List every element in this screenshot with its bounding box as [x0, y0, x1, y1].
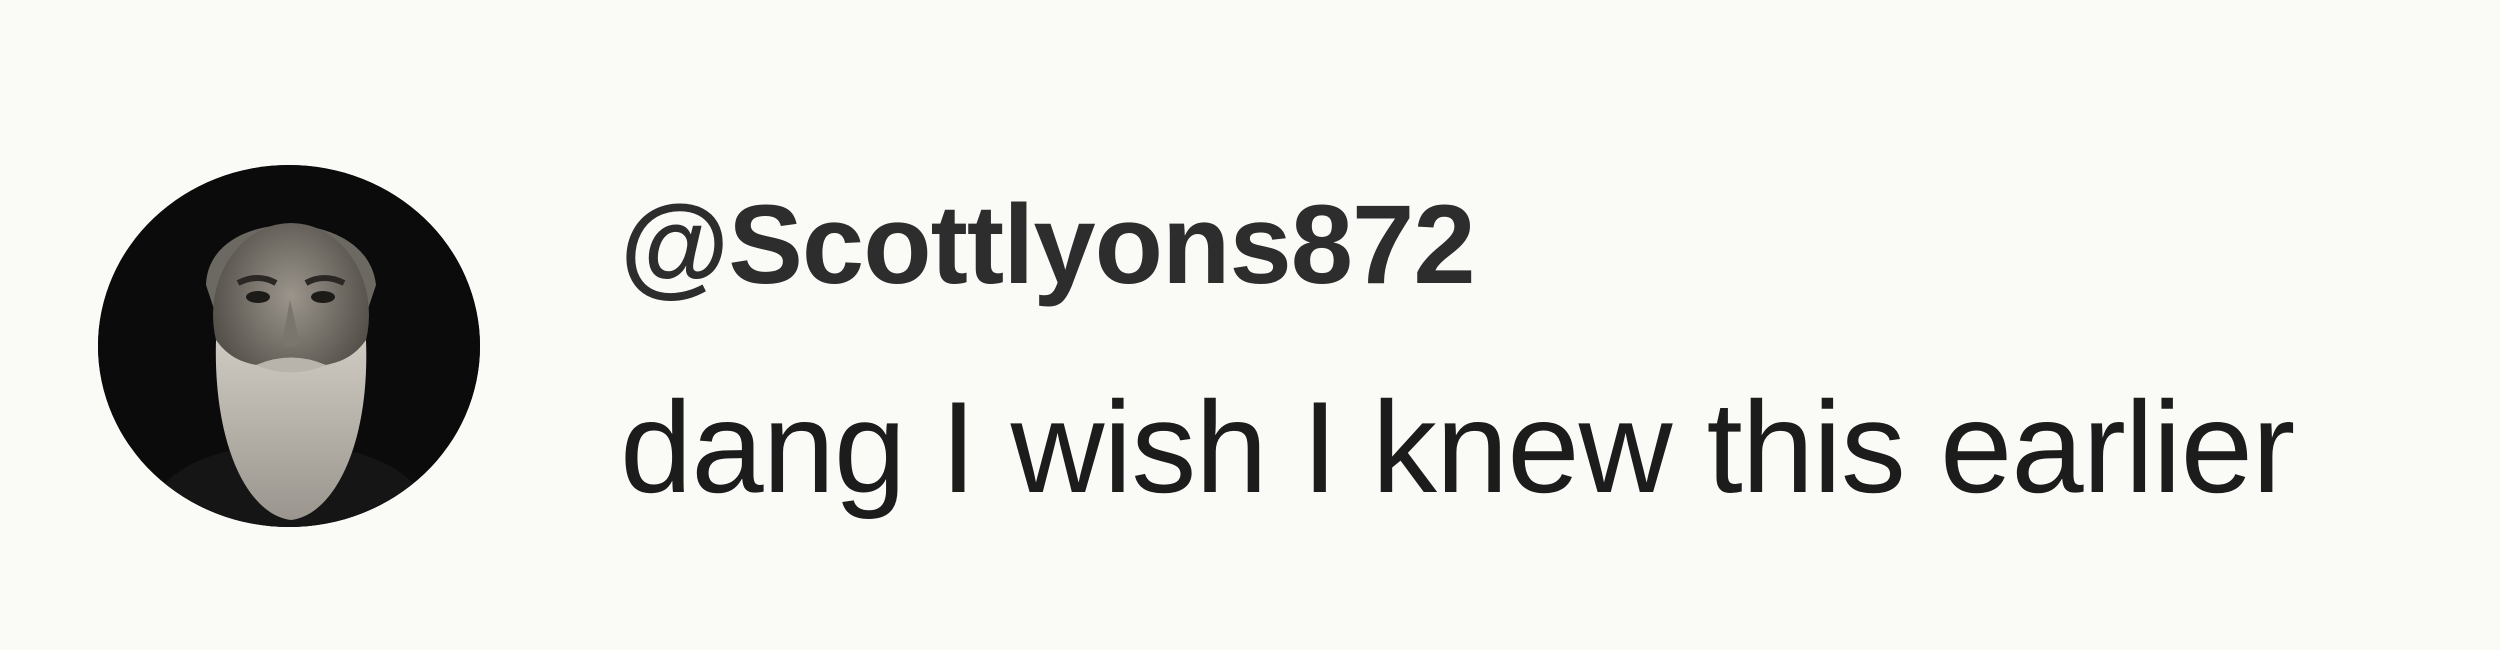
comment-card: @Scottlyons872 dang I wish I knew this e… — [0, 0, 2500, 650]
avatar[interactable] — [98, 165, 480, 527]
comment-username[interactable]: @Scottlyons872 — [620, 180, 1476, 310]
avatar-icon — [98, 165, 480, 527]
comment-text: dang I wish I knew this earlier — [620, 374, 2295, 520]
